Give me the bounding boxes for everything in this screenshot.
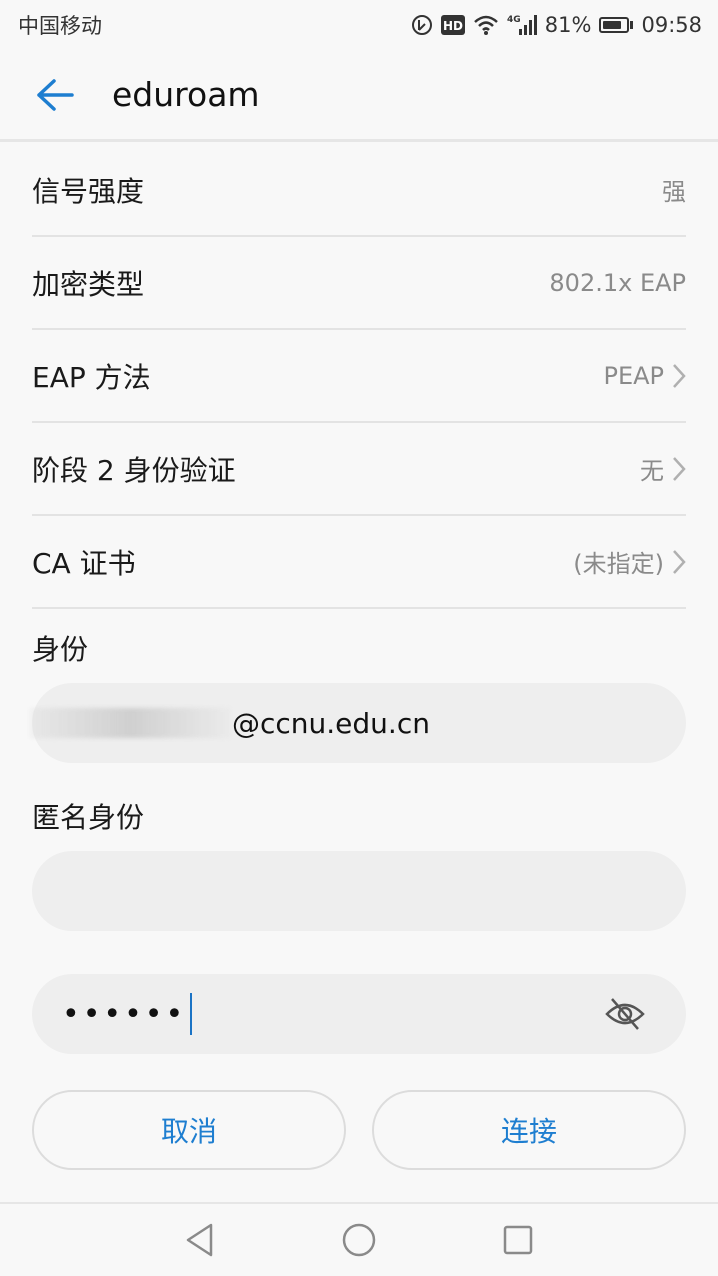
- app-bar: eduroam: [0, 50, 718, 142]
- nav-back-button[interactable]: [170, 1210, 230, 1270]
- status-icons: HD 4G 81% 09:58: [411, 13, 702, 37]
- nav-home-button[interactable]: [329, 1210, 389, 1270]
- text-cursor: [190, 993, 193, 1035]
- volte-icon: [411, 14, 433, 36]
- carrier-label: 中国移动: [18, 14, 102, 38]
- setting-value: 802.1x EAP: [549, 268, 686, 297]
- password-value: ••••••: [62, 996, 187, 1032]
- square-recents-icon: [504, 1225, 533, 1255]
- page-title: eduroam: [112, 75, 260, 114]
- circle-home-icon: [342, 1223, 376, 1257]
- password-input[interactable]: ••••••: [32, 974, 686, 1054]
- battery-fill: [603, 21, 622, 29]
- identity-label: 身份: [32, 633, 89, 666]
- setting-row-eap-method[interactable]: EAP 方法 PEAP: [32, 330, 686, 423]
- chevron-right-icon: [672, 549, 686, 575]
- eye-off-icon[interactable]: [604, 994, 646, 1041]
- triangle-back-icon: [186, 1223, 212, 1257]
- setting-label: 加密类型: [32, 267, 145, 301]
- signal-icon: 4G: [507, 13, 537, 37]
- chevron-right-icon: [672, 456, 686, 482]
- redacted-text: [30, 708, 230, 738]
- nav-recents-button[interactable]: [488, 1210, 548, 1270]
- status-bar: 中国移动 HD 4G 81% 09:58: [0, 0, 718, 50]
- anonymous-identity-label: 匿名身份: [32, 801, 145, 834]
- identity-value: @ccnu.edu.cn: [232, 706, 430, 740]
- setting-value: PEAP: [603, 361, 664, 390]
- arrow-left-icon: [37, 78, 74, 111]
- identity-input[interactable]: @ccnu.edu.cn: [30, 683, 686, 763]
- setting-label: CA 证书: [32, 546, 136, 580]
- hd-badge-text: HD: [443, 19, 463, 33]
- clock: 09:58: [641, 13, 702, 37]
- setting-value: (未指定): [573, 550, 664, 578]
- chevron-right-icon: [672, 363, 686, 389]
- system-nav-bar: [0, 1202, 718, 1276]
- setting-label: 信号强度: [32, 174, 145, 208]
- wifi-icon: [473, 14, 499, 36]
- battery-icon: [599, 17, 634, 33]
- setting-label: 阶段 2 身份验证: [32, 453, 236, 487]
- setting-row-signal-strength: 信号强度 强: [32, 144, 686, 237]
- anonymous-identity-input[interactable]: [32, 851, 686, 931]
- battery-percent: 81%: [544, 13, 592, 37]
- setting-value: 强: [662, 178, 686, 206]
- setting-row-ca-certificate[interactable]: CA 证书 (未指定): [32, 516, 686, 609]
- hd-icon: HD: [440, 15, 465, 35]
- connect-button[interactable]: 连接: [372, 1090, 686, 1170]
- setting-label: EAP 方法: [32, 360, 151, 394]
- back-button[interactable]: [26, 67, 82, 123]
- setting-row-security-type: 加密类型 802.1x EAP: [32, 237, 686, 330]
- setting-row-phase2-auth[interactable]: 阶段 2 身份验证 无: [32, 423, 686, 516]
- setting-value: 无: [640, 457, 664, 485]
- network-type-text: 4G: [507, 15, 521, 25]
- cancel-button[interactable]: 取消: [32, 1090, 346, 1170]
